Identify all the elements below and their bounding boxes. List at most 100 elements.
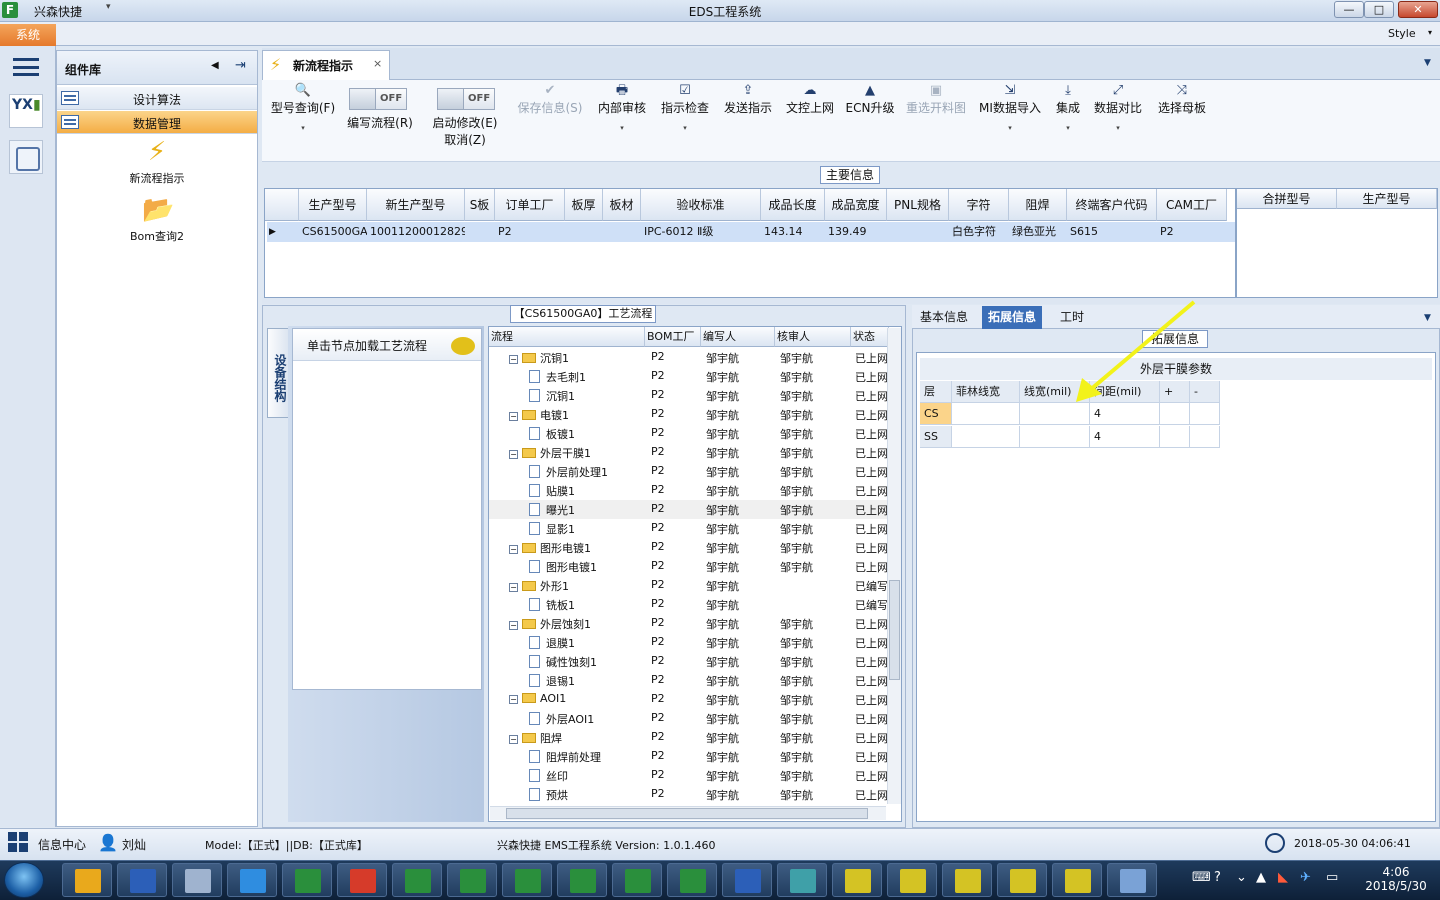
tree-row[interactable]: − 外层干膜1 P2 邹宇航 邹宇航 已上网 (489, 443, 889, 462)
ext-cell[interactable]: 4 (1090, 426, 1160, 448)
grid-cell[interactable] (465, 222, 495, 242)
taskbar-excel-icon[interactable] (667, 863, 717, 897)
tree-node[interactable]: 退锡1 (529, 673, 643, 689)
tree-node[interactable]: 曝光1 (529, 502, 643, 518)
tree-node[interactable]: 去毛刺1 (529, 369, 643, 385)
grid-cell[interactable]: P2 (495, 222, 565, 242)
ext-cell[interactable] (952, 403, 1020, 425)
data-compare-button[interactable]: ⤢ 数据对比 ▾ (1090, 82, 1146, 158)
column-header[interactable]: 成品宽度 (825, 189, 887, 221)
keyboard-icon[interactable]: ⌨ (1192, 870, 1211, 885)
tree-expand-icon[interactable]: − (509, 355, 518, 364)
tree-node[interactable]: 铣板1 (529, 597, 643, 613)
taskbar-window-icon[interactable] (832, 863, 882, 897)
grid-cell[interactable]: CS61500GA0 (299, 222, 367, 242)
tree-node[interactable]: − 图形电镀1 (509, 540, 643, 556)
taskbar-clock[interactable]: 4:06 2018/5/30 (1356, 862, 1436, 898)
tree-node[interactable]: − 沉铜1 (509, 350, 643, 366)
tabs-dropdown-icon[interactable]: ▼ (1424, 58, 1431, 68)
column-header[interactable]: 生产型号 (299, 189, 367, 221)
pin-icon[interactable]: ⇥ (235, 58, 246, 73)
tree-node[interactable]: 丝印 (529, 768, 643, 784)
tree-row[interactable]: 外层前处理1 P2 邹宇航 邹宇航 已上网 (489, 462, 889, 481)
ext-row-layer[interactable]: CS (920, 403, 952, 425)
merge-button[interactable]: ⤓ 集成 ▾ (1050, 82, 1086, 158)
process-vertical-scrollbar[interactable] (887, 328, 901, 804)
column-header[interactable]: 板材 (603, 189, 641, 221)
tool-bom-query[interactable]: 📂 Bom查询2 (57, 195, 257, 244)
column-header[interactable]: CAM工厂 (1157, 189, 1227, 221)
start-button[interactable] (4, 862, 44, 898)
column-header[interactable]: 新生产型号 (367, 189, 465, 221)
column-header[interactable]: PNL规格 (887, 189, 949, 221)
maximize-button[interactable]: □ (1364, 1, 1394, 18)
send-instruction-button[interactable]: ⇪ 发送指示 (720, 82, 776, 158)
network-icon[interactable]: ▭ (1326, 870, 1338, 885)
extended-dropdown-icon[interactable]: ▼ (1424, 313, 1431, 323)
quick-access-dropdown-icon[interactable]: ▾ (106, 2, 111, 12)
doc-upload-button[interactable]: ☁ 文控上网 (782, 82, 838, 158)
feather-icon[interactable]: ✈ (1300, 870, 1311, 885)
column-header[interactable]: 合拼型号 (1237, 189, 1337, 209)
grid-cell[interactable]: 10011200012829 (367, 222, 465, 242)
ext-cell[interactable] (1160, 426, 1190, 448)
tree-node[interactable]: 外层AOI1 (529, 711, 643, 727)
info-center-link[interactable]: 信息中心 (38, 836, 86, 853)
tree-row[interactable]: 显影1 P2 邹宇航 邹宇航 已上网 (489, 519, 889, 538)
taskbar-excel-icon[interactable] (392, 863, 442, 897)
tree-row[interactable]: 碱性蚀刻1 P2 邹宇航 邹宇航 已上网 (489, 652, 889, 671)
reselect-cut-drawing-button[interactable]: ▣ 重选开料图 (902, 82, 970, 158)
column-header[interactable]: 流程 (489, 327, 645, 347)
tree-expand-icon[interactable]: − (509, 450, 518, 459)
tree-row[interactable]: 去毛刺1 P2 邹宇航 邹宇航 已上网 (489, 367, 889, 386)
column-header[interactable]: BOM工厂 (645, 327, 701, 347)
tree-row[interactable]: 图形电镀1 P2 邹宇航 邹宇航 已上网 (489, 557, 889, 576)
collapse-left-icon[interactable]: ◀ (211, 60, 219, 71)
tree-row[interactable]: − 外形1 P2 邹宇航 已编写 (489, 576, 889, 595)
grid-cell[interactable]: 白色字符 (949, 222, 1009, 242)
grid-cell[interactable] (565, 222, 603, 242)
tree-expand-icon[interactable]: − (509, 695, 518, 704)
grid-cell[interactable]: 143.14 (761, 222, 825, 242)
tree-row[interactable]: − 电镀1 P2 邹宇航 邹宇航 已上网 (489, 405, 889, 424)
tree-node[interactable]: 显影1 (529, 521, 643, 537)
tree-row[interactable]: 退膜1 P2 邹宇航 邹宇航 已上网 (489, 633, 889, 652)
menu-icon[interactable] (13, 58, 39, 76)
taskbar-pdf-icon[interactable] (337, 863, 387, 897)
windows-grid-icon[interactable] (8, 832, 28, 852)
tree-row[interactable]: − AOI1 P2 邹宇航 邹宇航 已上网 (489, 690, 889, 709)
tree-node[interactable]: − AOI1 (509, 692, 643, 705)
style-menu[interactable]: Style (1388, 27, 1416, 40)
tab-basic-info[interactable]: 基本信息 (914, 306, 974, 329)
ext-column-header[interactable]: 层 (920, 381, 952, 403)
tree-node[interactable]: 预烘 (529, 787, 643, 803)
select-mother-board-button[interactable]: ⤨ 选择母板 (1154, 82, 1210, 158)
column-header[interactable]: 成品长度 (761, 189, 825, 221)
tree-row[interactable]: − 外层蚀刻1 P2 邹宇航 邹宇航 已上网 (489, 614, 889, 633)
tab-extended-info[interactable]: 拓展信息 (982, 306, 1043, 329)
nav-item-data-management[interactable]: 数据管理 (57, 111, 257, 134)
column-header[interactable]: 验收标准 (641, 189, 761, 221)
taskbar-excel-icon[interactable] (502, 863, 552, 897)
save-info-button[interactable]: ✔ 保存信息(S) (512, 82, 588, 158)
ext-row-layer[interactable]: SS (920, 426, 952, 448)
tree-node[interactable]: 阻焊前处理 (529, 749, 643, 765)
column-header[interactable]: 编写人 (701, 327, 775, 347)
tree-row[interactable]: − 阻焊 P2 邹宇航 邹宇航 已上网 (489, 728, 889, 747)
edit-flow-toggle[interactable]: OFF (349, 88, 407, 110)
check-instruction-button[interactable]: ☑ 指示检查 ▾ (658, 82, 712, 158)
taskbar-ie-icon[interactable] (227, 863, 277, 897)
column-header[interactable]: 核审人 (775, 327, 851, 347)
tab-device-structure[interactable]: 设备结构 (267, 328, 289, 418)
tab-system[interactable]: 系统 (0, 24, 56, 46)
tree-row[interactable]: 板镀1 P2 邹宇航 邹宇航 已上网 (489, 424, 889, 443)
tree-expand-icon[interactable]: − (509, 621, 518, 630)
taskbar-app-f-icon[interactable] (282, 863, 332, 897)
grid-cell[interactable]: S615 (1067, 222, 1157, 242)
tree-node[interactable]: − 外层干膜1 (509, 445, 643, 461)
taskbar-window-icon[interactable] (942, 863, 992, 897)
nav-item-design-algorithm[interactable]: 设计算法 (57, 87, 257, 110)
column-header[interactable]: 阻焊 (1009, 189, 1067, 221)
taskbar-window-icon[interactable] (1052, 863, 1102, 897)
yx-logo-icon[interactable]: YX▮ (9, 94, 43, 128)
